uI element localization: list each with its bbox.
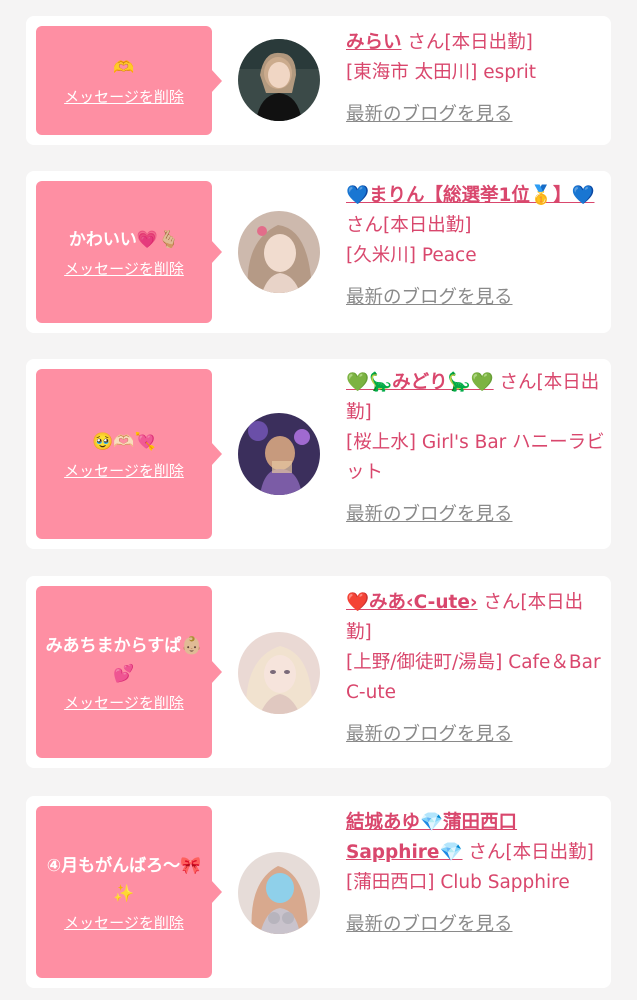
message-bubble: みあちまからすぱ👶🏼💕 メッセージを削除 (36, 586, 222, 758)
shop-label: [桜上水] Girl's Bar ハニーラビット (346, 432, 605, 483)
card-info: 💙まりん【総選挙1位🥇】💙 さん[本日出勤] [久米川] Peace 最新のブロ… (346, 181, 606, 313)
message-bubble: かわいい💗🫰🏼 メッセージを削除 (36, 181, 222, 323)
card-info: 💚🦕みどり🦕💚 さん[本日出勤] [桜上水] Girl's Bar ハニーラビッ… (346, 368, 606, 530)
cast-status: さん[本日出勤] (407, 32, 533, 53)
message-card: 🥹🫶🏻💘 メッセージを削除 💚🦕みどり🦕💚 さん[本日出勤] [桜上水] Gir… (26, 359, 611, 549)
card-info: みらい さん[本日出勤] [東海市 太田川] esprit 最新のブログを見る (346, 28, 606, 130)
latest-blog-link[interactable]: 最新のブログを見る (346, 100, 606, 130)
message-card: 🫶 メッセージを削除 みらい さん[本日出勤] [東海市 太田川] esprit… (26, 16, 611, 145)
delete-message-link[interactable]: メッセージを削除 (64, 692, 184, 713)
message-list: 🫶 メッセージを削除 みらい さん[本日出勤] [東海市 太田川] esprit… (0, 0, 637, 1000)
latest-blog-link[interactable]: 最新のブログを見る (346, 910, 606, 940)
latest-blog-link[interactable]: 最新のブログを見る (346, 500, 606, 530)
latest-blog-link[interactable]: 最新のブログを見る (346, 720, 606, 750)
cast-status: さん[本日出勤] (468, 842, 594, 863)
delete-message-link[interactable]: メッセージを削除 (64, 460, 184, 481)
cast-name-link[interactable]: ❤️みあ‹C-ute› (346, 592, 478, 613)
shop-label: [蒲田西口] Club Sapphire (346, 872, 570, 893)
delete-message-link[interactable]: メッセージを削除 (64, 912, 184, 933)
card-info: ❤️みあ‹C-ute› さん[本日出勤] [上野/御徒町/湯島] Cafe＆Ba… (346, 588, 606, 750)
avatar-photo-icon (238, 413, 320, 495)
latest-blog-link[interactable]: 最新のブログを見る (346, 283, 606, 313)
message-card: かわいい💗🫰🏼 メッセージを削除 💙まりん【総選挙1位🥇】💙 さん[本日出勤] … (26, 171, 611, 333)
message-text: 🫶 (113, 58, 135, 78)
cast-name-link[interactable]: 💙まりん【総選挙1位🥇】💙 (346, 185, 594, 206)
card-info: 結城あゆ💎蒲田西口Sapphire💎 さん[本日出勤] [蒲田西口] Club … (346, 808, 606, 940)
avatar-photo-icon (238, 39, 320, 121)
avatar[interactable] (238, 632, 320, 714)
cast-name-link[interactable]: みらい (346, 32, 402, 53)
delete-message-link[interactable]: メッセージを削除 (64, 86, 184, 107)
message-text: 🥹🫶🏻💘 (92, 431, 156, 452)
message-bubble: 🫶 メッセージを削除 (36, 26, 222, 135)
shop-label: [上野/御徒町/湯島] Cafe＆Bar C-ute (346, 652, 601, 703)
cast-name-link[interactable]: 💚🦕みどり🦕💚 (346, 372, 494, 393)
avatar[interactable] (238, 211, 320, 293)
avatar-photo-icon (238, 632, 320, 714)
avatar[interactable] (238, 852, 320, 934)
message-card: ④月もがんばろ〜🎀✨ メッセージを削除 結城あゆ💎蒲田西口Sapphire💎 さ… (26, 796, 611, 988)
shop-label: [東海市 太田川] esprit (346, 62, 536, 83)
message-text: かわいい💗🫰🏼 (68, 229, 180, 250)
avatar-photo-icon (238, 211, 320, 293)
message-card: みあちまからすぱ👶🏼💕 メッセージを削除 ❤️みあ‹C-ute› さん[本日出勤… (26, 576, 611, 768)
shop-label: [久米川] Peace (346, 245, 477, 266)
message-text: ④月もがんばろ〜🎀✨ (46, 855, 202, 904)
message-bubble: 🥹🫶🏻💘 メッセージを削除 (36, 369, 222, 539)
cast-status: さん[本日出勤] (346, 215, 472, 236)
delete-message-link[interactable]: メッセージを削除 (64, 258, 184, 279)
avatar[interactable] (238, 39, 320, 121)
avatar[interactable] (238, 413, 320, 495)
message-bubble: ④月もがんばろ〜🎀✨ メッセージを削除 (36, 806, 222, 978)
message-text: みあちまからすぱ👶🏼💕 (45, 635, 203, 684)
avatar-photo-icon (238, 852, 320, 934)
